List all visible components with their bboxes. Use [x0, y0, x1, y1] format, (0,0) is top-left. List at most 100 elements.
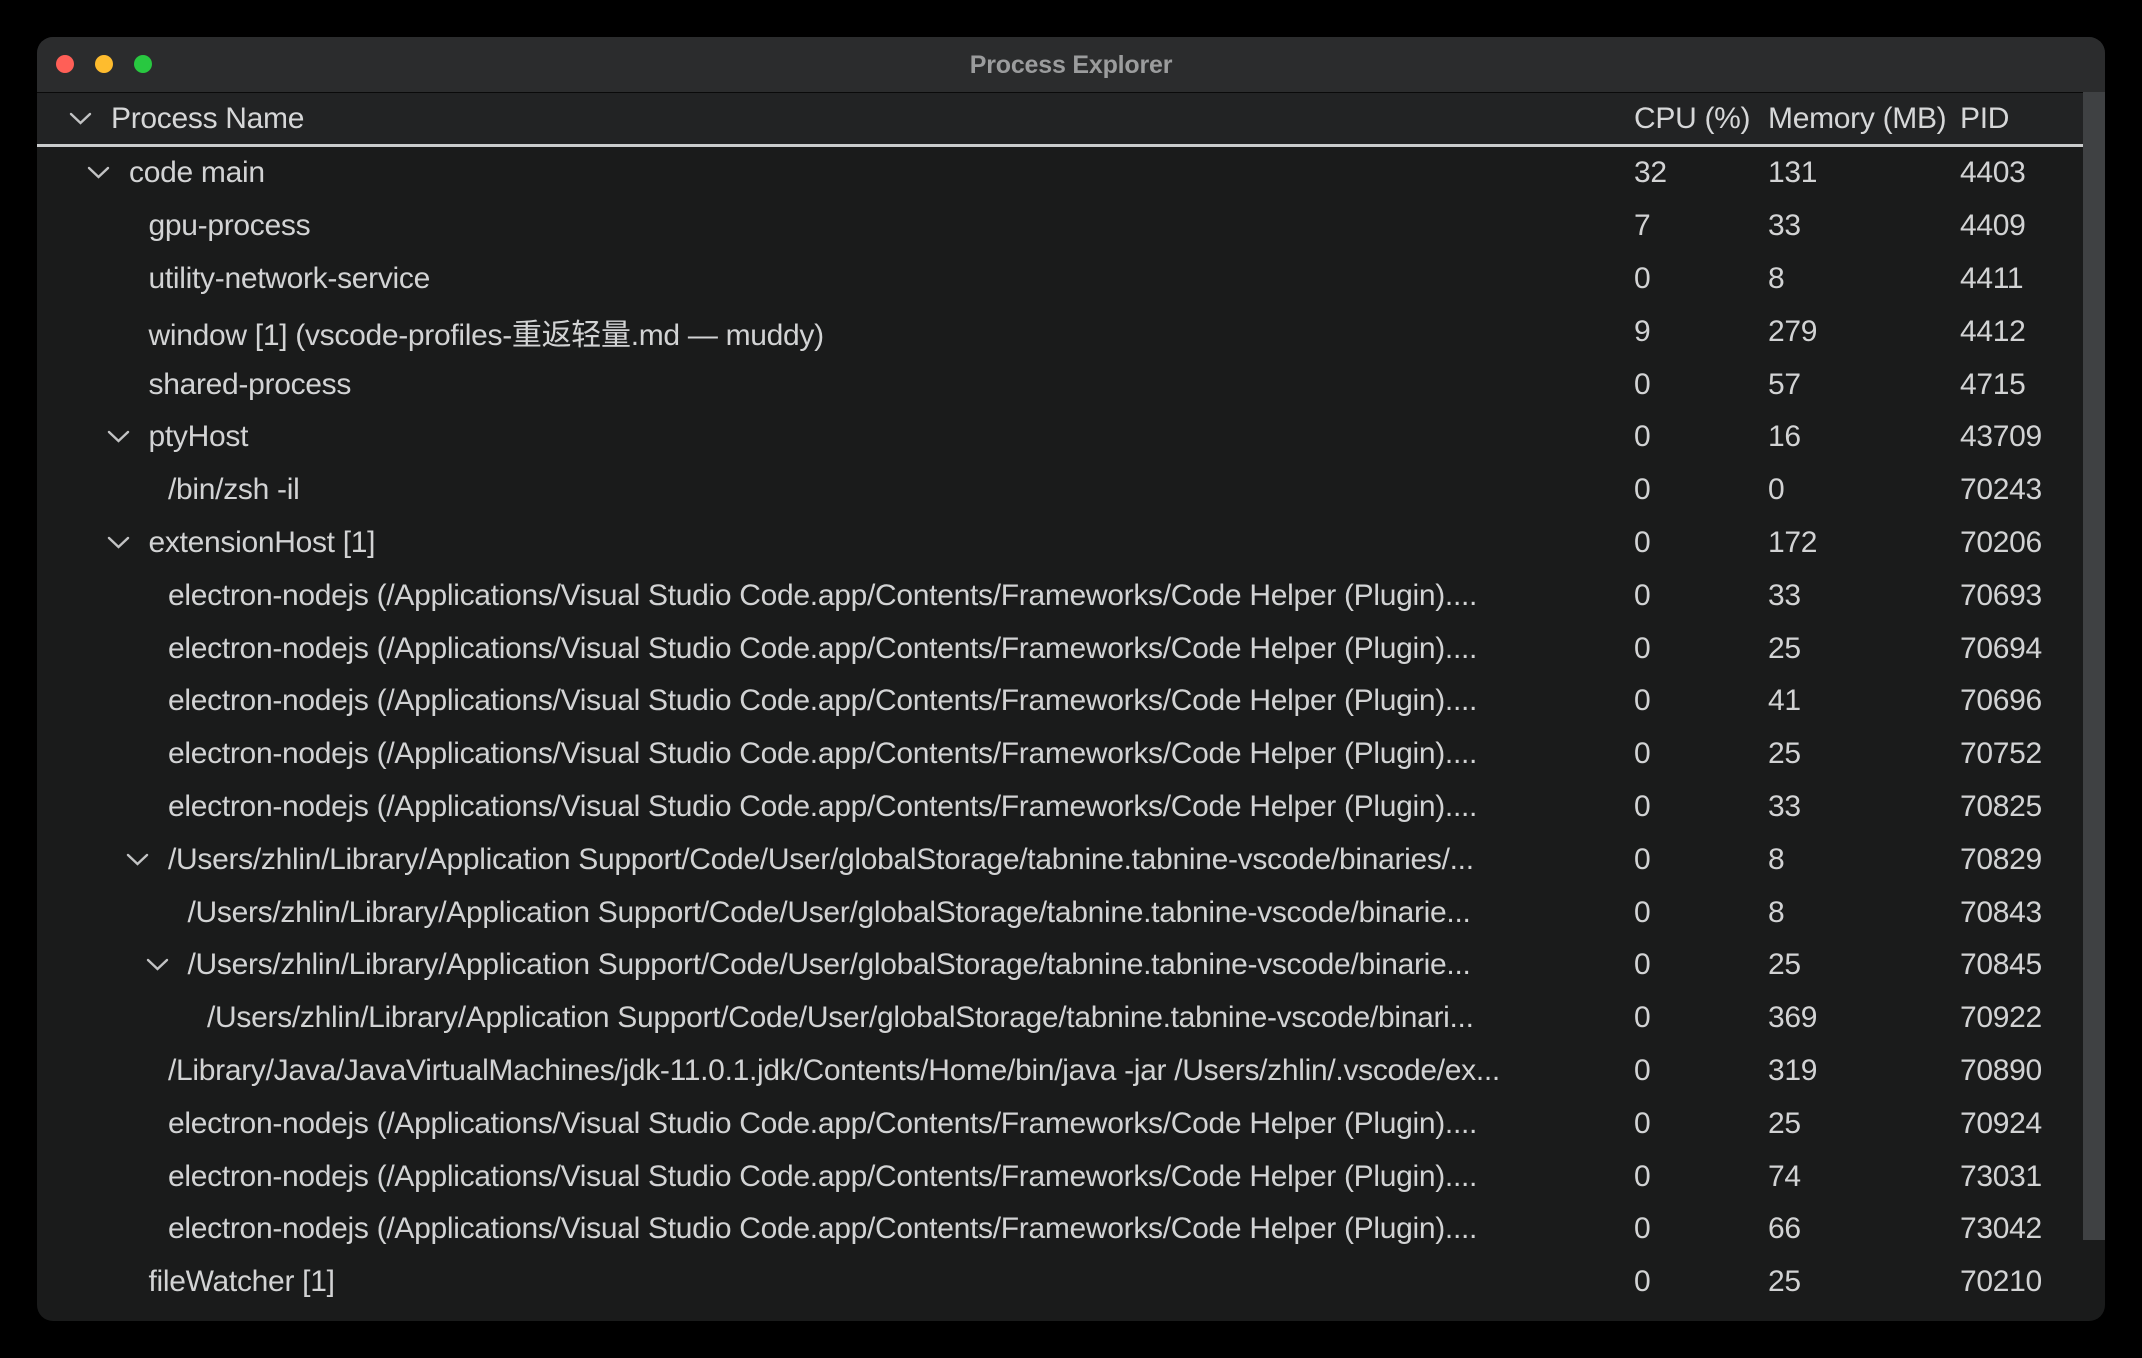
- memory-cell: 172: [1768, 517, 1817, 570]
- chevron-down-icon[interactable]: [87, 166, 129, 180]
- process-name-cell: electron-nodejs (/Applications/Visual St…: [37, 675, 1627, 728]
- memory-cell: 74: [1768, 1150, 1801, 1203]
- pid-cell: 70829: [1960, 833, 2042, 886]
- process-name-label: shared-process: [149, 368, 352, 402]
- table-row[interactable]: fileWatcher [1] 0 25 70210: [37, 1256, 2105, 1309]
- pid-cell: 4403: [1960, 147, 2026, 200]
- column-header-cpu[interactable]: CPU (%): [1634, 93, 1750, 144]
- pid-cell: 70924: [1960, 1097, 2042, 1150]
- table-row[interactable]: utility-network-service 0 8 4411: [37, 253, 2105, 306]
- process-name-label: electron-nodejs (/Applications/Visual St…: [168, 1160, 1477, 1194]
- memory-cell: 25: [1768, 622, 1801, 675]
- cpu-cell: 0: [1634, 833, 1650, 886]
- memory-cell: 98: [1768, 1309, 1801, 1321]
- memory-cell: 33: [1768, 781, 1801, 834]
- table-row[interactable]: /bin/zsh -il 0 0 70243: [37, 464, 2105, 517]
- chevron-down-icon[interactable]: [107, 536, 149, 550]
- column-header-pid[interactable]: PID: [1960, 93, 2009, 144]
- process-name-label: /Users/zhlin/Library/Application Support…: [207, 1001, 1474, 1035]
- titlebar[interactable]: Process Explorer: [37, 37, 2105, 93]
- table-header: Process Name CPU (%) Memory (MB) PID: [37, 93, 2105, 147]
- pid-cell: 70243: [1960, 464, 2042, 517]
- process-name-cell: /Users/zhlin/Library/Application Support…: [37, 992, 1627, 1045]
- process-name-cell: electron-nodejs (/Applications/Visual St…: [37, 569, 1627, 622]
- memory-cell: 25: [1768, 1256, 1801, 1309]
- process-explorer-window: Process Explorer Process Name CPU (%) Me…: [37, 37, 2105, 1321]
- table-row[interactable]: ptyHost 0 16 43709: [37, 411, 2105, 464]
- pid-cell: 4412: [1960, 305, 2026, 358]
- chevron-down-icon[interactable]: [146, 958, 188, 972]
- pid-cell: 70752: [1960, 728, 2042, 781]
- table-row[interactable]: /Users/zhlin/Library/Application Support…: [37, 939, 2105, 992]
- process-name-cell: /Library/Java/JavaVirtualMachines/jdk-11…: [37, 1045, 1627, 1098]
- memory-cell: 8: [1768, 253, 1784, 306]
- cpu-cell: 0: [1634, 358, 1650, 411]
- pid-cell: 73042: [1960, 1203, 2042, 1256]
- table-row[interactable]: electron-nodejs (/Applications/Visual St…: [37, 1203, 2105, 1256]
- memory-cell: 25: [1768, 1097, 1801, 1150]
- process-name-label: /Users/zhlin/Library/Application Support…: [168, 843, 1474, 877]
- table-row[interactable]: gpu-process 7 33 4409: [37, 200, 2105, 253]
- memory-cell: 41: [1768, 675, 1801, 728]
- table-row[interactable]: window [2] (Process Explorer) 32 98 7437…: [37, 1309, 2105, 1321]
- memory-cell: 57: [1768, 358, 1801, 411]
- cpu-cell: 32: [1634, 1309, 1667, 1321]
- process-name-cell: /Users/zhlin/Library/Application Support…: [37, 833, 1627, 886]
- pid-cell: 70694: [1960, 622, 2042, 675]
- column-header-memory[interactable]: Memory (MB): [1768, 93, 1946, 144]
- memory-cell: 66: [1768, 1203, 1801, 1256]
- process-name-cell: electron-nodejs (/Applications/Visual St…: [37, 1203, 1627, 1256]
- table-row[interactable]: electron-nodejs (/Applications/Visual St…: [37, 675, 2105, 728]
- column-header-process-name[interactable]: Process Name: [111, 93, 304, 144]
- table-row[interactable]: shared-process 0 57 4715: [37, 358, 2105, 411]
- table-row[interactable]: extensionHost [1] 0 172 70206: [37, 517, 2105, 570]
- table-row[interactable]: /Library/Java/JavaVirtualMachines/jdk-11…: [37, 1045, 2105, 1098]
- memory-cell: 16: [1768, 411, 1801, 464]
- process-name-label: gpu-process: [149, 209, 311, 243]
- scrollbar-thumb[interactable]: [2083, 92, 2105, 1240]
- process-name-cell: gpu-process: [37, 200, 1627, 253]
- table-row[interactable]: /Users/zhlin/Library/Application Support…: [37, 833, 2105, 886]
- pid-cell: 70825: [1960, 781, 2042, 834]
- table-row[interactable]: electron-nodejs (/Applications/Visual St…: [37, 728, 2105, 781]
- pid-cell: 43709: [1960, 411, 2042, 464]
- memory-cell: 8: [1768, 886, 1784, 939]
- process-name-cell: extensionHost [1]: [37, 517, 1627, 570]
- cpu-cell: 0: [1634, 939, 1650, 992]
- table-row[interactable]: electron-nodejs (/Applications/Visual St…: [37, 1150, 2105, 1203]
- table-row[interactable]: electron-nodejs (/Applications/Visual St…: [37, 569, 2105, 622]
- process-name-label: /Users/zhlin/Library/Application Support…: [188, 948, 1471, 982]
- process-name-label: electron-nodejs (/Applications/Visual St…: [168, 790, 1477, 824]
- memory-cell: 8: [1768, 833, 1784, 886]
- process-name-label: /bin/zsh -il: [168, 473, 299, 507]
- table-row[interactable]: code main 32 131 4403: [37, 147, 2105, 200]
- table-row[interactable]: electron-nodejs (/Applications/Visual St…: [37, 622, 2105, 675]
- table-row[interactable]: /Users/zhlin/Library/Application Support…: [37, 992, 2105, 1045]
- process-name-label: electron-nodejs (/Applications/Visual St…: [168, 737, 1477, 771]
- process-name-label: /Users/zhlin/Library/Application Support…: [188, 896, 1471, 930]
- memory-cell: 25: [1768, 939, 1801, 992]
- pid-cell: 4411: [1960, 253, 2023, 306]
- table-row[interactable]: window [1] (vscode-profiles-重返轻量.md — mu…: [37, 305, 2105, 358]
- cpu-cell: 0: [1634, 992, 1650, 1045]
- cpu-cell: 0: [1634, 517, 1650, 570]
- pid-cell: 70206: [1960, 517, 2042, 570]
- cpu-cell: 9: [1634, 305, 1650, 358]
- table-row[interactable]: electron-nodejs (/Applications/Visual St…: [37, 781, 2105, 834]
- table-row[interactable]: /Users/zhlin/Library/Application Support…: [37, 886, 2105, 939]
- cpu-cell: 32: [1634, 147, 1667, 200]
- process-name-cell: electron-nodejs (/Applications/Visual St…: [37, 728, 1627, 781]
- cpu-cell: 0: [1634, 569, 1650, 622]
- pid-cell: 70693: [1960, 569, 2042, 622]
- memory-cell: 25: [1768, 728, 1801, 781]
- chevron-down-icon[interactable]: [69, 112, 111, 126]
- memory-cell: 279: [1768, 305, 1817, 358]
- process-name-label: electron-nodejs (/Applications/Visual St…: [168, 632, 1477, 666]
- process-name-label: utility-network-service: [149, 262, 431, 296]
- pid-cell: 70922: [1960, 992, 2042, 1045]
- chevron-down-icon[interactable]: [126, 853, 168, 867]
- pid-cell: 73031: [1960, 1150, 2042, 1203]
- process-name-label: /Library/Java/JavaVirtualMachines/jdk-11…: [168, 1054, 1500, 1088]
- table-row[interactable]: electron-nodejs (/Applications/Visual St…: [37, 1097, 2105, 1150]
- chevron-down-icon[interactable]: [107, 430, 149, 444]
